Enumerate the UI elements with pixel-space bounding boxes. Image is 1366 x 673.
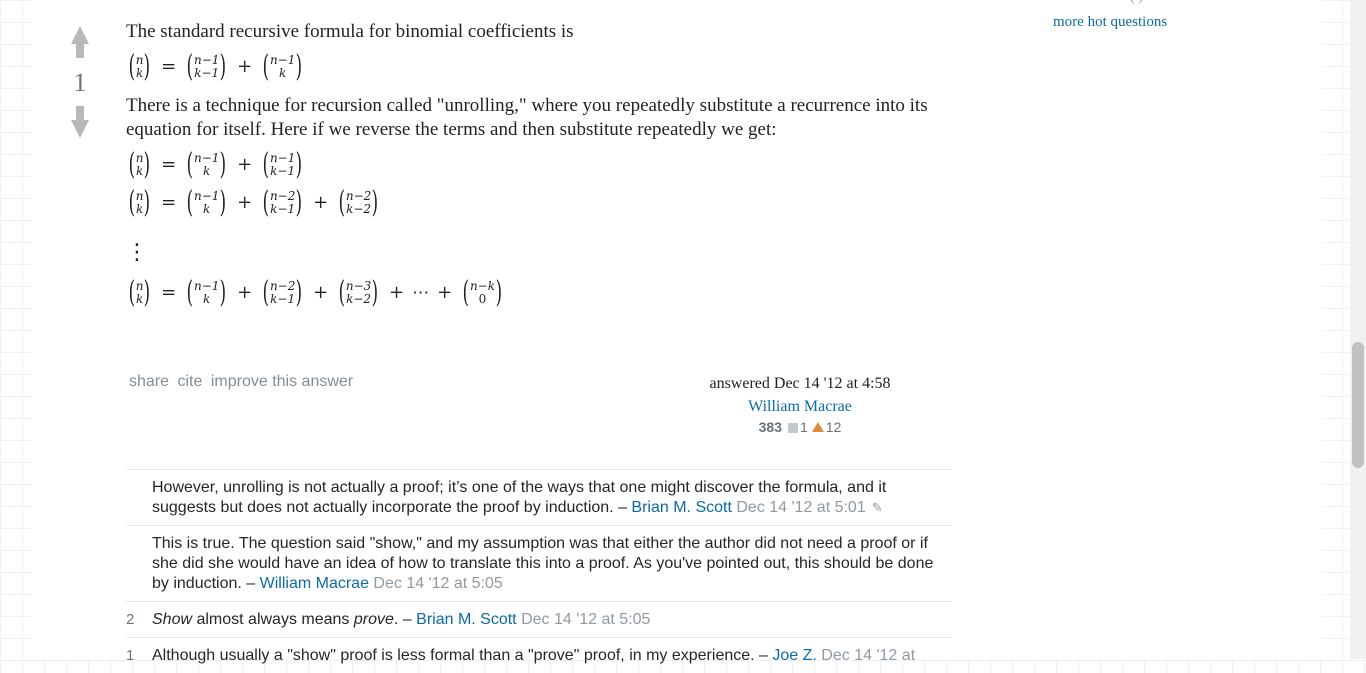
comment-time[interactable]: Dec 14 '12 at 5:01	[736, 499, 865, 516]
cite-link[interactable]: cite	[177, 373, 202, 390]
comment-score	[126, 534, 152, 594]
scrollbar-thumb[interactable]	[1352, 342, 1364, 468]
answer-paragraph: There is a technique for recursion calle…	[126, 95, 928, 140]
comment-score: 1	[126, 647, 135, 664]
comment-emphasis: Show	[152, 611, 193, 628]
comment-user-link[interactable]: Joe Z.	[772, 647, 816, 664]
math-formula: (n k) = (n−1 k−1) + (n−1 k)	[128, 49, 303, 84]
math-formula: (n k) = (n−1 k) + (n−2 k−1) + (n−2 k−2)	[128, 185, 379, 220]
pencil-icon: ✎	[871, 500, 883, 515]
comment-text: Although usually a "show" proof is less …	[152, 647, 773, 664]
bronze-badge-icon	[811, 422, 824, 432]
page-scrollbar[interactable]	[1350, 0, 1366, 659]
more-hot-questions-link[interactable]: more hot questions	[1053, 14, 1167, 31]
comment-time[interactable]: Dec 14 '12 at	[821, 647, 915, 664]
comment: 2 Show almost always means prove. – Bria…	[126, 601, 952, 637]
comment-text: almost always means	[192, 611, 354, 628]
silver-badge-count: 1	[799, 419, 808, 435]
answer-paragraph: The standard recursive formula for binom…	[126, 21, 574, 42]
downvote-arrow-icon[interactable]	[68, 106, 92, 138]
math-formula: (n k) = (n−1 k) + (n−2 k−1) + (n−3 k−2) + ⋯ …	[128, 275, 503, 310]
top-cropped-text: ( )	[1130, 0, 1143, 6]
math-vdots: ⋮	[126, 240, 148, 265]
vote-count: 1	[73, 68, 87, 97]
user-signature: answered Dec 14 '12 at 4:58 William Macr…	[700, 375, 900, 435]
comment-user-link[interactable]: Brian M. Scott	[631, 499, 731, 516]
comment-score: 2	[126, 611, 135, 628]
comment-time[interactable]: Dec 14 '12 at 5:05	[373, 575, 502, 592]
reputation-score: 383	[758, 419, 782, 435]
improve-answer-link[interactable]: improve this answer	[211, 373, 353, 390]
comment: 1 Although usually a "show" proof is les…	[126, 637, 952, 673]
answered-time: answered Dec 14 '12 at 4:58	[709, 375, 891, 392]
vote-cell: 1	[68, 24, 92, 138]
reputation: 383 1 12	[700, 419, 900, 435]
upvote-arrow-icon[interactable]	[68, 26, 92, 58]
comment-emphasis: prove	[353, 611, 394, 628]
comment: However, unrolling is not actually a pro…	[126, 469, 952, 525]
share-link[interactable]: share	[129, 373, 169, 390]
silver-badge-icon	[787, 423, 798, 433]
post-menu: share cite improve this answer	[129, 373, 357, 391]
math-formula: (n k) = (n−1 k) + (n−1 k−1)	[128, 147, 303, 182]
comment-score	[126, 478, 152, 518]
comment-text: . –	[393, 611, 417, 628]
answer-body: The standard recursive formula for binom…	[126, 20, 956, 308]
comment-user-link[interactable]: William Macrae	[260, 575, 369, 592]
comment-time[interactable]: Dec 14 '12 at 5:05	[521, 611, 650, 628]
bronze-badge-count: 12	[825, 419, 842, 435]
comments-list: However, unrolling is not actually a pro…	[126, 469, 952, 673]
user-link[interactable]: William Macrae	[700, 398, 900, 416]
comment-user-link[interactable]: Brian M. Scott	[416, 611, 516, 628]
comment: This is true. The question said "show," …	[126, 525, 952, 601]
